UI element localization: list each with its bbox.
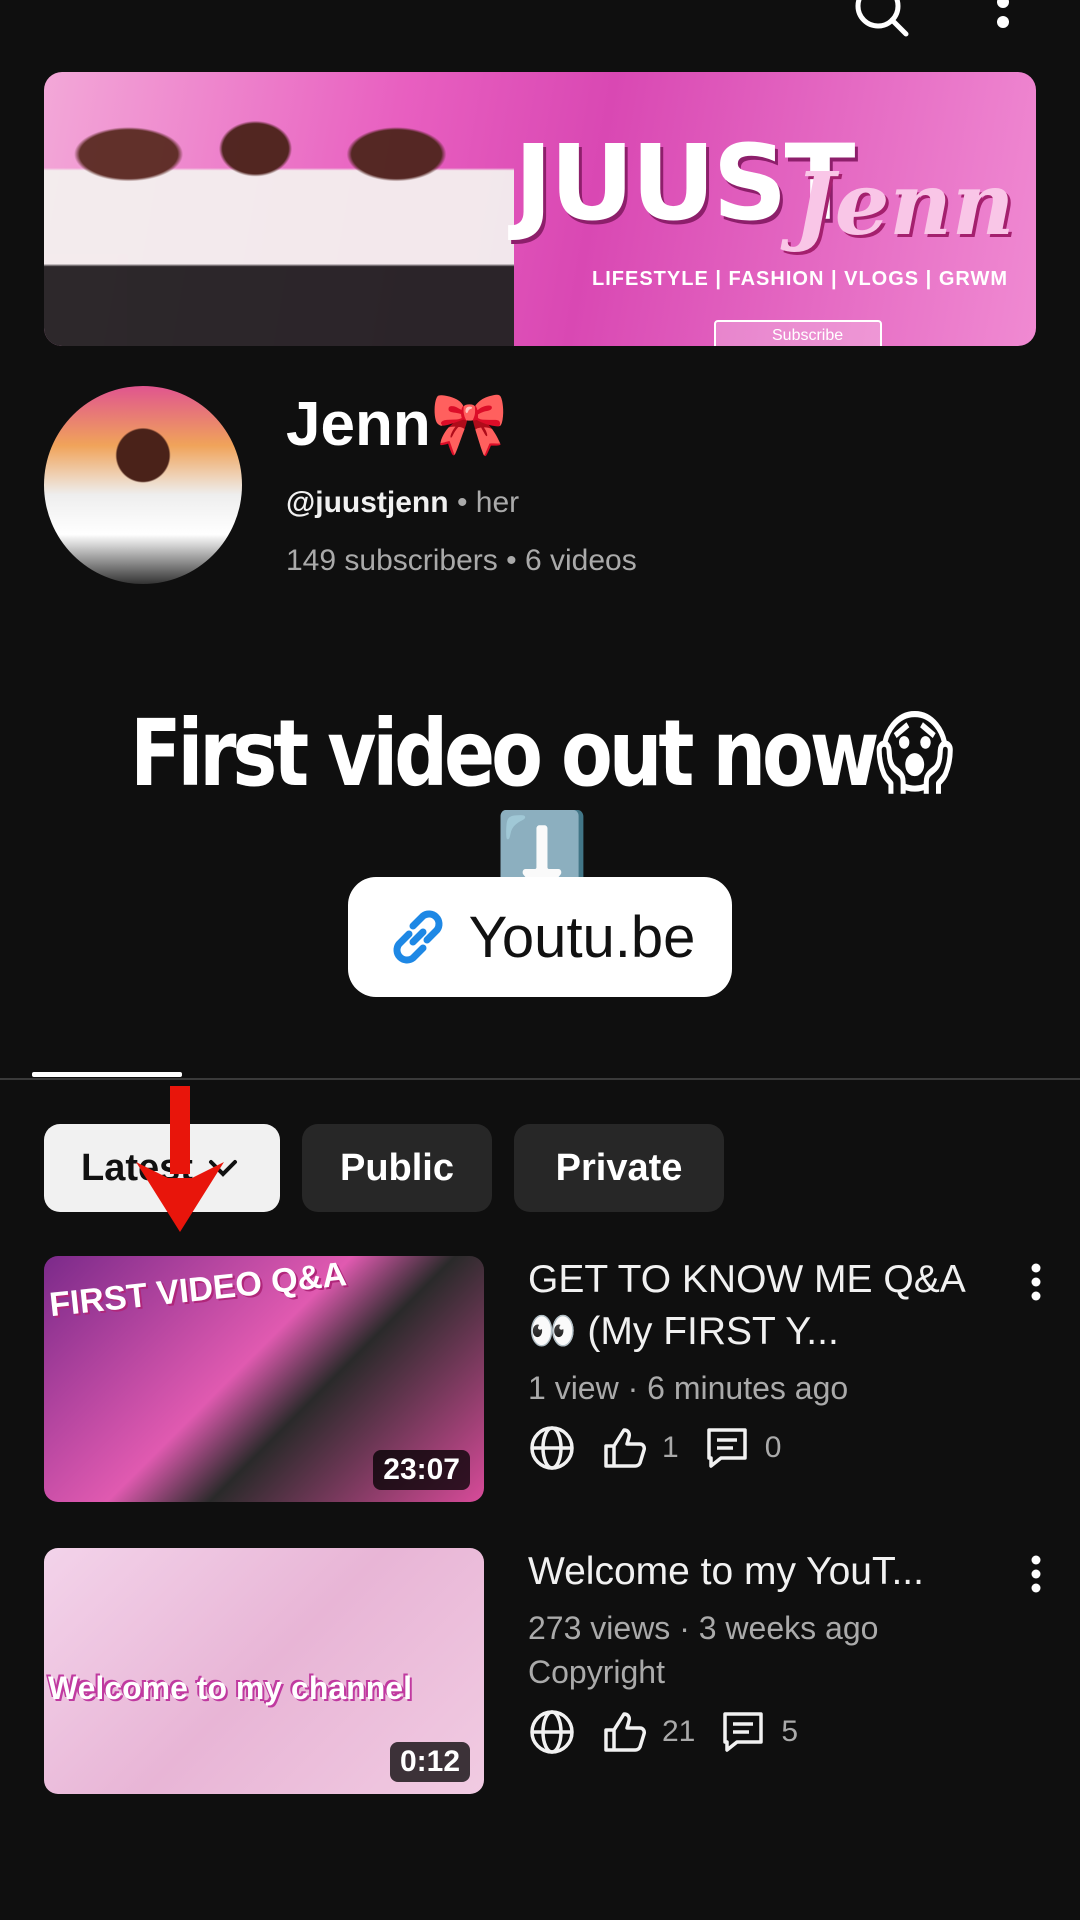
globe-icon (530, 1426, 574, 1470)
video-count: 6 videos (524, 544, 637, 577)
channel-stats: 149 subscribers • 6 videos (286, 544, 637, 577)
more-options-icon[interactable] (994, 0, 1012, 43)
banner-photo (44, 72, 514, 346)
thumbnail-text: Welcome to my channel (48, 1670, 412, 1706)
like-count: 1 (662, 1431, 679, 1464)
video-stats-row: 21 5 (528, 1708, 798, 1756)
video-title[interactable]: Welcome to my YouT... (528, 1546, 988, 1598)
tab-divider (0, 1078, 1080, 1080)
tab-active-indicator (32, 1072, 182, 1077)
video-thumbnail[interactable]: Welcome to my channel 0:12 (44, 1548, 484, 1794)
filter-chip-label: Private (555, 1146, 683, 1189)
search-icon[interactable] (852, 0, 912, 49)
video-stats-row: 1 0 (528, 1424, 781, 1472)
comment-count: 5 (781, 1715, 799, 1748)
video-menu-icon[interactable] (1022, 1262, 1050, 1302)
link-label: Youtu.be (468, 904, 696, 970)
thumbnail-text: FIRST VIDEO Q&A (47, 1256, 349, 1325)
video-meta: 273 views · 3 weeks ago (528, 1610, 879, 1646)
link-sticker[interactable]: Youtu.be (348, 877, 732, 997)
filter-chip-private[interactable]: Private (514, 1124, 724, 1212)
channel-name: Jenn🎀 (286, 390, 508, 459)
comment-icon (706, 1428, 747, 1468)
comment-count: 0 (764, 1431, 782, 1464)
video-title[interactable]: GET TO KNOW ME Q&A👀 (My FIRST Y... (528, 1254, 988, 1358)
video-duration: 23:07 (373, 1450, 470, 1490)
video-thumbnail[interactable]: FIRST VIDEO Q&A 23:07 (44, 1256, 484, 1502)
avatar[interactable] (44, 386, 242, 584)
filter-chip-public[interactable]: Public (302, 1124, 492, 1212)
thumbs-up-icon (604, 1712, 646, 1752)
channel-banner: JUUST Jenn LIFESTYLE | FASHION | VLOGS |… (44, 72, 1036, 346)
channel-handle: @juustjenn (286, 486, 449, 519)
subscriber-count: 149 subscribers (286, 544, 498, 577)
like-count: 21 (662, 1715, 696, 1748)
annotation-arrow-icon (136, 1086, 224, 1232)
banner-script: Jenn (794, 154, 1015, 255)
filter-chip-label: Public (339, 1146, 455, 1189)
thumbs-up-icon (604, 1428, 646, 1468)
globe-icon (530, 1710, 574, 1754)
video-menu-icon[interactable] (1022, 1554, 1050, 1594)
banner-subscribe: Subscribe (714, 320, 882, 346)
video-meta: 1 view · 6 minutes ago (528, 1370, 849, 1406)
video-copyright-label: Copyright (528, 1654, 665, 1690)
channel-pronouns: her (475, 486, 520, 519)
link-icon (393, 910, 442, 964)
banner-tags: LIFESTYLE | FASHION | VLOGS | GRWM (592, 268, 1008, 290)
video-duration: 0:12 (389, 1742, 470, 1782)
channel-handle-row: @juustjenn • her (286, 486, 520, 519)
comment-icon (723, 1712, 764, 1752)
